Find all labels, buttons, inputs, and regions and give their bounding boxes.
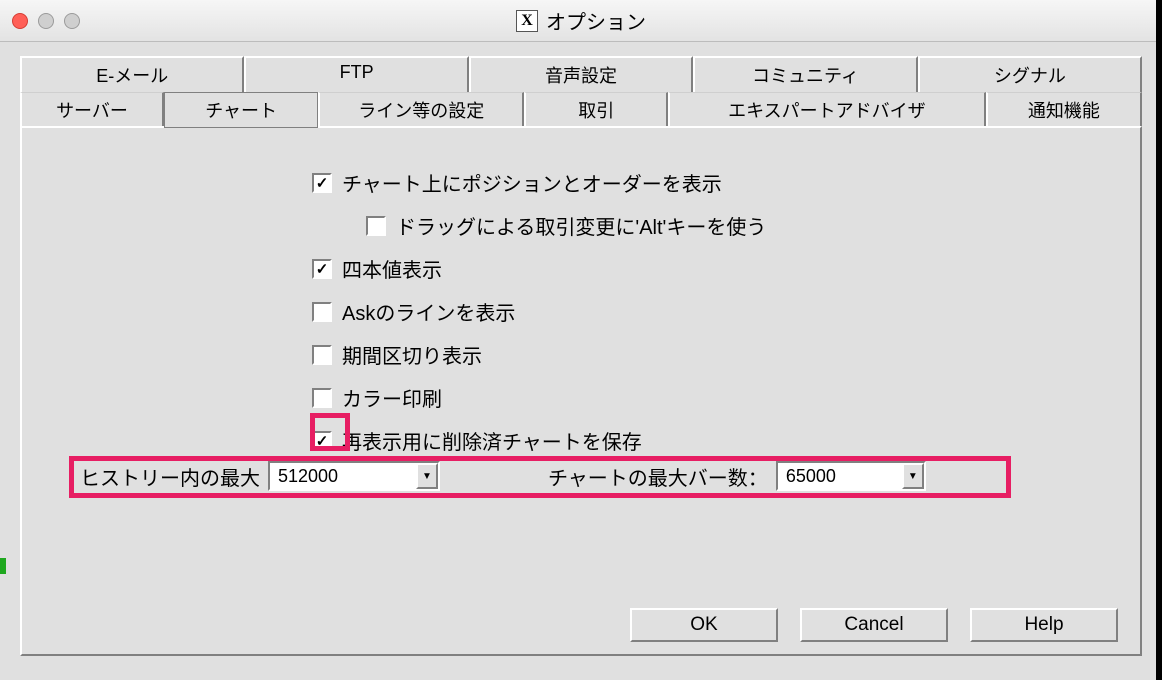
right-edge-border bbox=[1156, 0, 1162, 680]
bar-count-row: ヒストリー内の最大 512000 チャートの最大バー数： 65000 bbox=[80, 461, 926, 491]
chart-max-bars-label: チャートの最大バー数： bbox=[548, 462, 768, 491]
option-ask-line[interactable]: Askのラインを表示 bbox=[312, 297, 1140, 326]
checkbox-alt-drag[interactable] bbox=[366, 216, 386, 236]
window-controls bbox=[12, 13, 80, 29]
window-title: オプション bbox=[546, 6, 646, 35]
option-label: カラー印刷 bbox=[342, 383, 442, 412]
tab-panel-chart: チャート上にポジションとオーダーを表示 ドラッグによる取引変更に'Alt'キーを… bbox=[20, 126, 1142, 656]
checkbox-ohlc[interactable] bbox=[312, 259, 332, 279]
checkbox-show-positions[interactable] bbox=[312, 173, 332, 193]
app-logo-icon: X bbox=[516, 10, 538, 32]
tab-community[interactable]: コミュニティ bbox=[693, 56, 917, 92]
chevron-down-icon[interactable] bbox=[416, 463, 438, 489]
tab-email[interactable]: E-メール bbox=[20, 56, 244, 92]
chevron-down-icon[interactable] bbox=[902, 463, 924, 489]
tab-chart[interactable]: チャート bbox=[164, 92, 318, 128]
history-max-value[interactable]: 512000 bbox=[270, 466, 416, 487]
chart-max-bars-combo[interactable]: 65000 bbox=[776, 461, 926, 491]
window-title-area: X オプション bbox=[516, 6, 646, 35]
checkbox-ask-line[interactable] bbox=[312, 302, 332, 322]
left-edge-marker bbox=[0, 558, 6, 574]
chart-options-list: チャート上にポジションとオーダーを表示 ドラッグによる取引変更に'Alt'キーを… bbox=[312, 168, 1140, 455]
tab-expert-advisor[interactable]: エキスパートアドバイザ bbox=[668, 92, 985, 128]
option-save-deleted-charts[interactable]: 再表示用に削除済チャートを保存 bbox=[312, 426, 1140, 455]
window-close-button[interactable] bbox=[12, 13, 28, 29]
option-label: 再表示用に削除済チャートを保存 bbox=[342, 426, 642, 455]
tab-row-lower: サーバー チャート ライン等の設定 取引 エキスパートアドバイザ 通知機能 bbox=[20, 92, 1142, 128]
titlebar: X オプション bbox=[0, 0, 1162, 42]
option-label: 四本値表示 bbox=[342, 254, 442, 283]
tab-sound[interactable]: 音声設定 bbox=[469, 56, 693, 92]
option-label: Askのラインを表示 bbox=[342, 297, 515, 326]
window-maximize-button[interactable] bbox=[64, 13, 80, 29]
option-label: チャート上にポジションとオーダーを表示 bbox=[342, 168, 722, 197]
history-max-combo[interactable]: 512000 bbox=[268, 461, 440, 491]
option-label: ドラッグによる取引変更に'Alt'キーを使う bbox=[396, 211, 766, 240]
chart-max-bars-value[interactable]: 65000 bbox=[778, 466, 902, 487]
option-label: 期間区切り表示 bbox=[342, 340, 482, 369]
ok-button[interactable]: OK bbox=[630, 608, 778, 642]
tab-trade[interactable]: 取引 bbox=[524, 92, 668, 128]
checkbox-color-print[interactable] bbox=[312, 388, 332, 408]
options-dialog-body: E-メール FTP 音声設定 コミュニティ シグナル サーバー チャート ライン… bbox=[20, 56, 1142, 656]
checkbox-save-deleted-charts[interactable] bbox=[312, 431, 332, 451]
option-show-positions[interactable]: チャート上にポジションとオーダーを表示 bbox=[312, 168, 1140, 197]
history-max-label: ヒストリー内の最大 bbox=[80, 462, 260, 491]
option-period-separators[interactable]: 期間区切り表示 bbox=[312, 340, 1140, 369]
dialog-button-row: OK Cancel Help bbox=[630, 608, 1118, 642]
tab-notifications[interactable]: 通知機能 bbox=[986, 92, 1142, 128]
option-ohlc[interactable]: 四本値表示 bbox=[312, 254, 1140, 283]
tab-line-settings[interactable]: ライン等の設定 bbox=[318, 92, 524, 128]
option-alt-drag[interactable]: ドラッグによる取引変更に'Alt'キーを使う bbox=[366, 211, 1140, 240]
tab-signal[interactable]: シグナル bbox=[918, 56, 1142, 92]
window-minimize-button[interactable] bbox=[38, 13, 54, 29]
checkbox-period-separators[interactable] bbox=[312, 345, 332, 365]
tab-row-upper: E-メール FTP 音声設定 コミュニティ シグナル bbox=[20, 56, 1142, 92]
cancel-button[interactable]: Cancel bbox=[800, 608, 948, 642]
help-button[interactable]: Help bbox=[970, 608, 1118, 642]
option-color-print[interactable]: カラー印刷 bbox=[312, 383, 1140, 412]
tab-ftp[interactable]: FTP bbox=[244, 56, 468, 92]
tab-server[interactable]: サーバー bbox=[20, 92, 164, 128]
